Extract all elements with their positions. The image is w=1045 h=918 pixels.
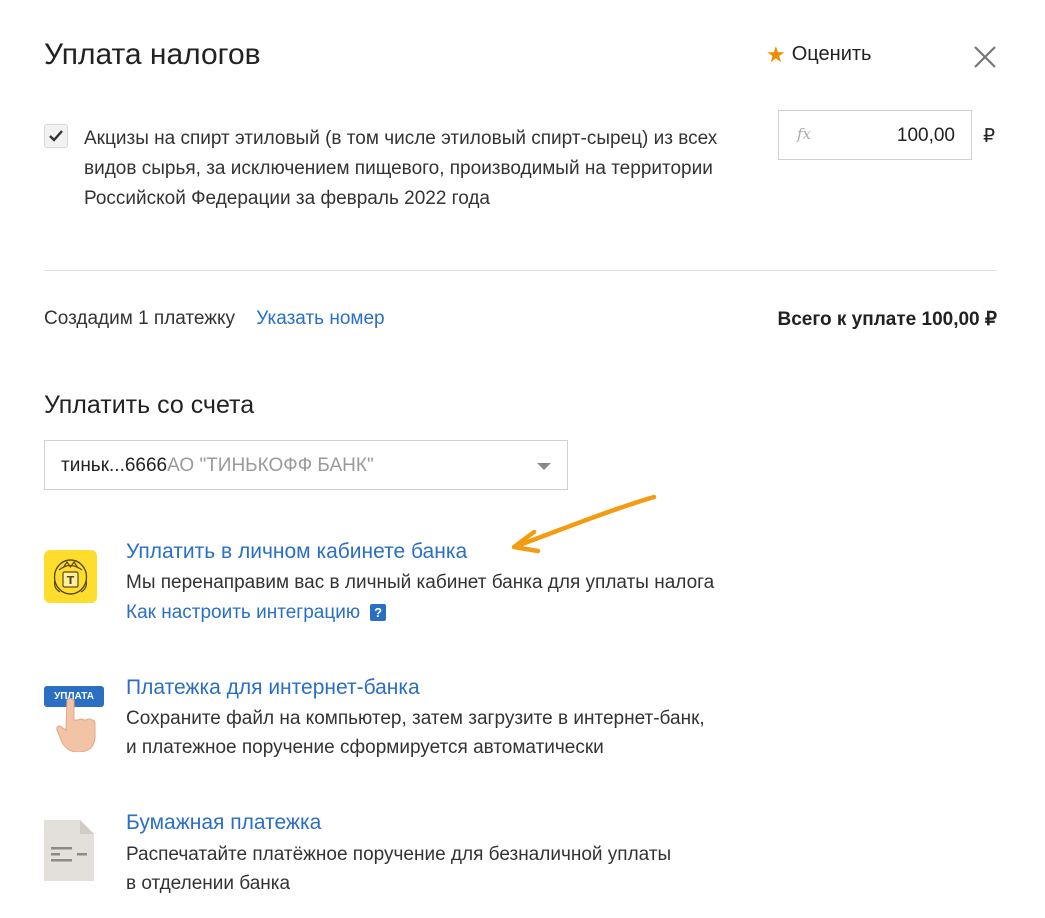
- help-icon[interactable]: ?: [370, 604, 387, 621]
- rate-button[interactable]: ★ Оценить: [766, 43, 871, 66]
- divider: [44, 270, 997, 271]
- currency-symbol: ₽: [983, 126, 996, 147]
- tax-item-checkbox[interactable]: [44, 124, 68, 148]
- account-bank-name: АО "ТИНЬКОФФ БАНК": [167, 455, 374, 476]
- pay-from-heading: Уплатить со счета: [44, 391, 255, 419]
- account-selected-value: тиньк...6666АО "ТИНЬКОФФ БАНК": [61, 455, 374, 477]
- star-icon: ★: [766, 41, 786, 67]
- internet-bank-payment-description-1: Сохраните файл на компьютер, затем загру…: [126, 708, 705, 729]
- page-title: Уплата налогов: [44, 38, 261, 71]
- pay-in-bank-cabinet-link[interactable]: Уплатить в личном кабинете банка: [126, 540, 467, 564]
- amount-value: 100,00: [896, 125, 955, 146]
- account-select[interactable]: тиньк...6666АО "ТИНЬКОФФ БАНК": [44, 440, 568, 490]
- amount-input[interactable]: fx 100,00: [778, 110, 972, 160]
- close-icon: [974, 46, 996, 68]
- checkmark-icon: [49, 130, 63, 142]
- pay-in-bank-cabinet-description: Мы перенаправим вас в личный кабинет бан…: [126, 572, 715, 593]
- paper-payment-description-2: в отделении банка: [126, 873, 291, 894]
- annotation-arrow-icon: [511, 494, 657, 554]
- internet-bank-payment-description-2: и платежное поручение сформируется автом…: [126, 737, 604, 758]
- integration-help: Как настроить интеграцию?: [126, 598, 387, 628]
- paper-payment-link[interactable]: Бумажная платежка: [126, 811, 321, 835]
- pay-button-hand-icon: УПЛАТА: [44, 682, 104, 752]
- close-button[interactable]: [970, 42, 1000, 72]
- tinkoff-bank-logo: Т: [44, 550, 97, 603]
- payments-summary: Создадим 1 платежку Указать номер: [44, 308, 385, 330]
- total-to-pay: Всего к уплате 100,00 ₽: [777, 309, 997, 330]
- integration-setup-link[interactable]: Как настроить интеграцию: [126, 602, 360, 623]
- rate-label: Оценить: [791, 43, 872, 65]
- svg-text:Т: Т: [67, 574, 75, 587]
- chevron-down-icon: [537, 463, 551, 470]
- specify-number-link[interactable]: Указать номер: [256, 308, 384, 329]
- payments-count-text: Создадим 1 платежку: [44, 308, 236, 329]
- paper-document-icon: [44, 820, 94, 881]
- internet-bank-payment-link[interactable]: Платежка для интернет-банка: [126, 676, 420, 700]
- paper-payment-description-1: Распечатайте платёжное поручение для без…: [126, 844, 672, 865]
- formula-icon: fx: [797, 125, 812, 143]
- tax-item-description: Акцизы на спирт этиловый (в том числе эт…: [84, 128, 718, 209]
- account-number: тиньк...6666: [61, 455, 168, 476]
